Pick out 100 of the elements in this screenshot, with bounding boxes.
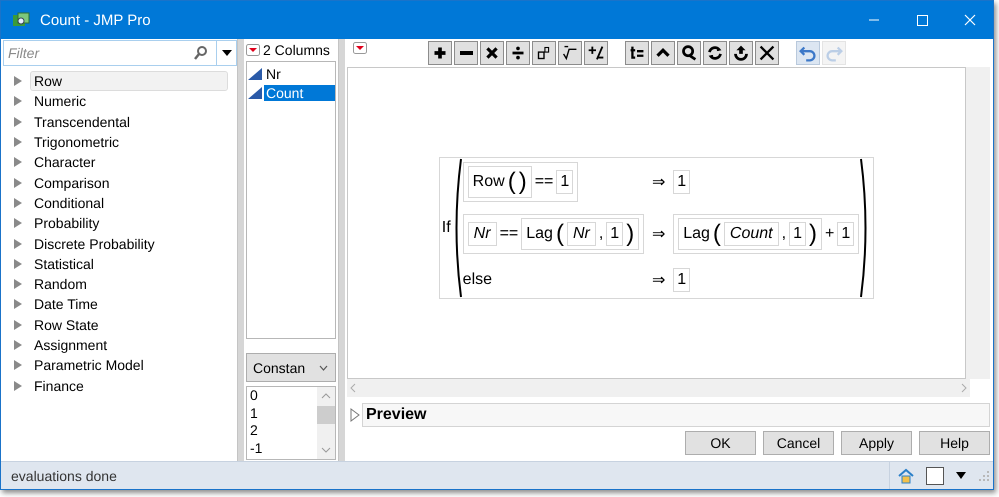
function-category[interactable]: Character [30, 152, 100, 172]
implies-arrow: ⇒ [652, 225, 666, 244]
home-icon[interactable] [898, 468, 914, 484]
function-category[interactable]: Row [30, 71, 228, 92]
square-icon[interactable] [926, 466, 944, 484]
dropdown-arrow-icon[interactable] [956, 472, 966, 479]
assign-button[interactable] [625, 41, 649, 65]
expand-arrow-icon[interactable] [14, 116, 22, 127]
expand-arrow-icon[interactable] [14, 76, 22, 86]
expand-arrow-icon[interactable] [14, 380, 22, 391]
expand-arrow-icon[interactable] [14, 238, 22, 249]
parenthesis: ( [712, 221, 721, 247]
dropdown-menu-icon[interactable] [246, 44, 260, 56]
vertical-scrollbar[interactable] [317, 387, 335, 459]
function-term[interactable]: Lag( Nr , 1 ) [521, 218, 640, 250]
function-category[interactable]: Finance [30, 376, 88, 396]
column-term[interactable]: Count [724, 222, 779, 246]
function-name: Row [472, 173, 505, 191]
expression-group[interactable]: Row() == 1 [462, 162, 578, 202]
power-button[interactable] [532, 41, 556, 65]
function-category[interactable]: Parametric Model [30, 355, 148, 376]
separator: , [782, 225, 786, 243]
function-category[interactable]: Numeric [30, 91, 90, 112]
constant-term[interactable]: 1 [606, 222, 624, 246]
vertical-scrollbar[interactable] [966, 67, 990, 379]
expand-arrow-icon[interactable] [14, 178, 22, 188]
preview-heading[interactable]: Preview [362, 403, 990, 427]
constant-term[interactable]: 1 [837, 222, 854, 246]
dialog-button[interactable]: Help [919, 431, 990, 455]
multiply-button[interactable] [480, 41, 504, 65]
constant-item[interactable]: 2 [250, 422, 317, 440]
function-category[interactable]: Probability [30, 213, 104, 234]
column-item[interactable]: Nr [264, 66, 335, 82]
formula-editor[interactable]: If Row() == 1 ⇒ 1 Nr == Lag( Nr , 1 ) ⇒ Lag( Count , 1 ) + 1 else ⇒ 1 [347, 67, 966, 379]
function-name: Lag [683, 225, 710, 243]
parenthesis: ) [808, 221, 817, 247]
delete-button[interactable] [755, 41, 779, 65]
expand-arrow-icon[interactable] [14, 279, 22, 290]
constant-item[interactable]: 1 [250, 404, 317, 422]
expand-arrow-icon[interactable] [14, 299, 22, 310]
function-category[interactable]: Trigonometric [30, 132, 124, 152]
constant-term[interactable]: 1 [556, 170, 574, 194]
implies-arrow: ⇒ [652, 271, 666, 290]
function-category[interactable]: Conditional [30, 192, 108, 213]
constant-term[interactable]: 1 [673, 170, 690, 194]
caret-button[interactable] [651, 41, 675, 65]
columns-heading: 2 Columns [263, 42, 330, 58]
constant-item[interactable]: -1 [250, 440, 317, 457]
column-item[interactable]: Count [264, 84, 335, 100]
function-category[interactable]: Comparison [30, 172, 114, 193]
refresh-button[interactable] [703, 41, 727, 65]
function-category[interactable]: Transcendental [30, 112, 134, 132]
constant-item[interactable]: 0 [250, 387, 317, 404]
operator: == [500, 225, 518, 243]
undo-button[interactable] [796, 41, 820, 65]
constant-term[interactable]: 1 [789, 222, 806, 246]
constant-term[interactable]: 1 [673, 268, 690, 292]
function-term[interactable]: Lag( Count , 1 ) [678, 218, 822, 250]
expand-arrow-icon[interactable] [14, 218, 22, 228]
function-category[interactable]: Row State [30, 314, 103, 335]
expression-group[interactable]: Nr == Lag( Nr , 1 ) [462, 214, 644, 254]
minus-button[interactable] [454, 41, 478, 65]
function-category[interactable]: Random [30, 274, 91, 294]
expand-arrow-icon[interactable] [14, 198, 22, 208]
continuous-column-icon [248, 86, 262, 98]
horizontal-scrollbar[interactable] [347, 379, 970, 397]
expand-arrow-icon[interactable] [14, 320, 22, 330]
expand-arrow-icon[interactable] [14, 137, 22, 148]
root-button[interactable] [558, 41, 582, 65]
function-category[interactable]: Assignment [30, 335, 112, 355]
function-term[interactable]: Row() [468, 166, 532, 198]
expression-group[interactable]: Lag( Count , 1 ) + 1 [673, 214, 860, 254]
column-term[interactable]: Nr [566, 222, 596, 246]
filter-field[interactable]: Filter [3, 40, 217, 66]
column-term[interactable]: Nr [468, 222, 497, 246]
expand-icon[interactable] [350, 408, 360, 422]
implies-arrow: ⇒ [652, 173, 666, 192]
expand-arrow-icon[interactable] [14, 258, 22, 269]
function-category[interactable]: Discrete Probability [30, 234, 159, 254]
plus-button[interactable] [428, 41, 452, 65]
function-category[interactable]: Statistical [30, 254, 98, 274]
expand-arrow-icon[interactable] [14, 96, 22, 106]
divide-button[interactable] [506, 41, 530, 65]
dialog-button[interactable]: OK [685, 431, 756, 455]
operator: + [824, 225, 834, 243]
dialog-button[interactable]: Apply [841, 431, 912, 455]
parenthesis: ) [518, 169, 527, 195]
expand-arrow-icon[interactable] [14, 360, 22, 370]
dropdown-arrow-icon[interactable] [222, 50, 232, 56]
dropdown-menu-icon[interactable] [353, 42, 367, 54]
parenthesis: ( [508, 169, 516, 195]
continuous-column-icon [248, 68, 262, 80]
function-category[interactable]: Date Time [30, 294, 102, 314]
plus-minus-button[interactable] [584, 41, 608, 65]
function-name: Lag [526, 225, 553, 243]
expand-arrow-icon[interactable] [14, 340, 22, 350]
constants-dropdown[interactable]: Constan [246, 353, 336, 382]
expand-arrow-icon[interactable] [14, 157, 22, 168]
resize-grip-icon[interactable] [978, 470, 990, 482]
dialog-button[interactable]: Cancel [763, 431, 834, 455]
